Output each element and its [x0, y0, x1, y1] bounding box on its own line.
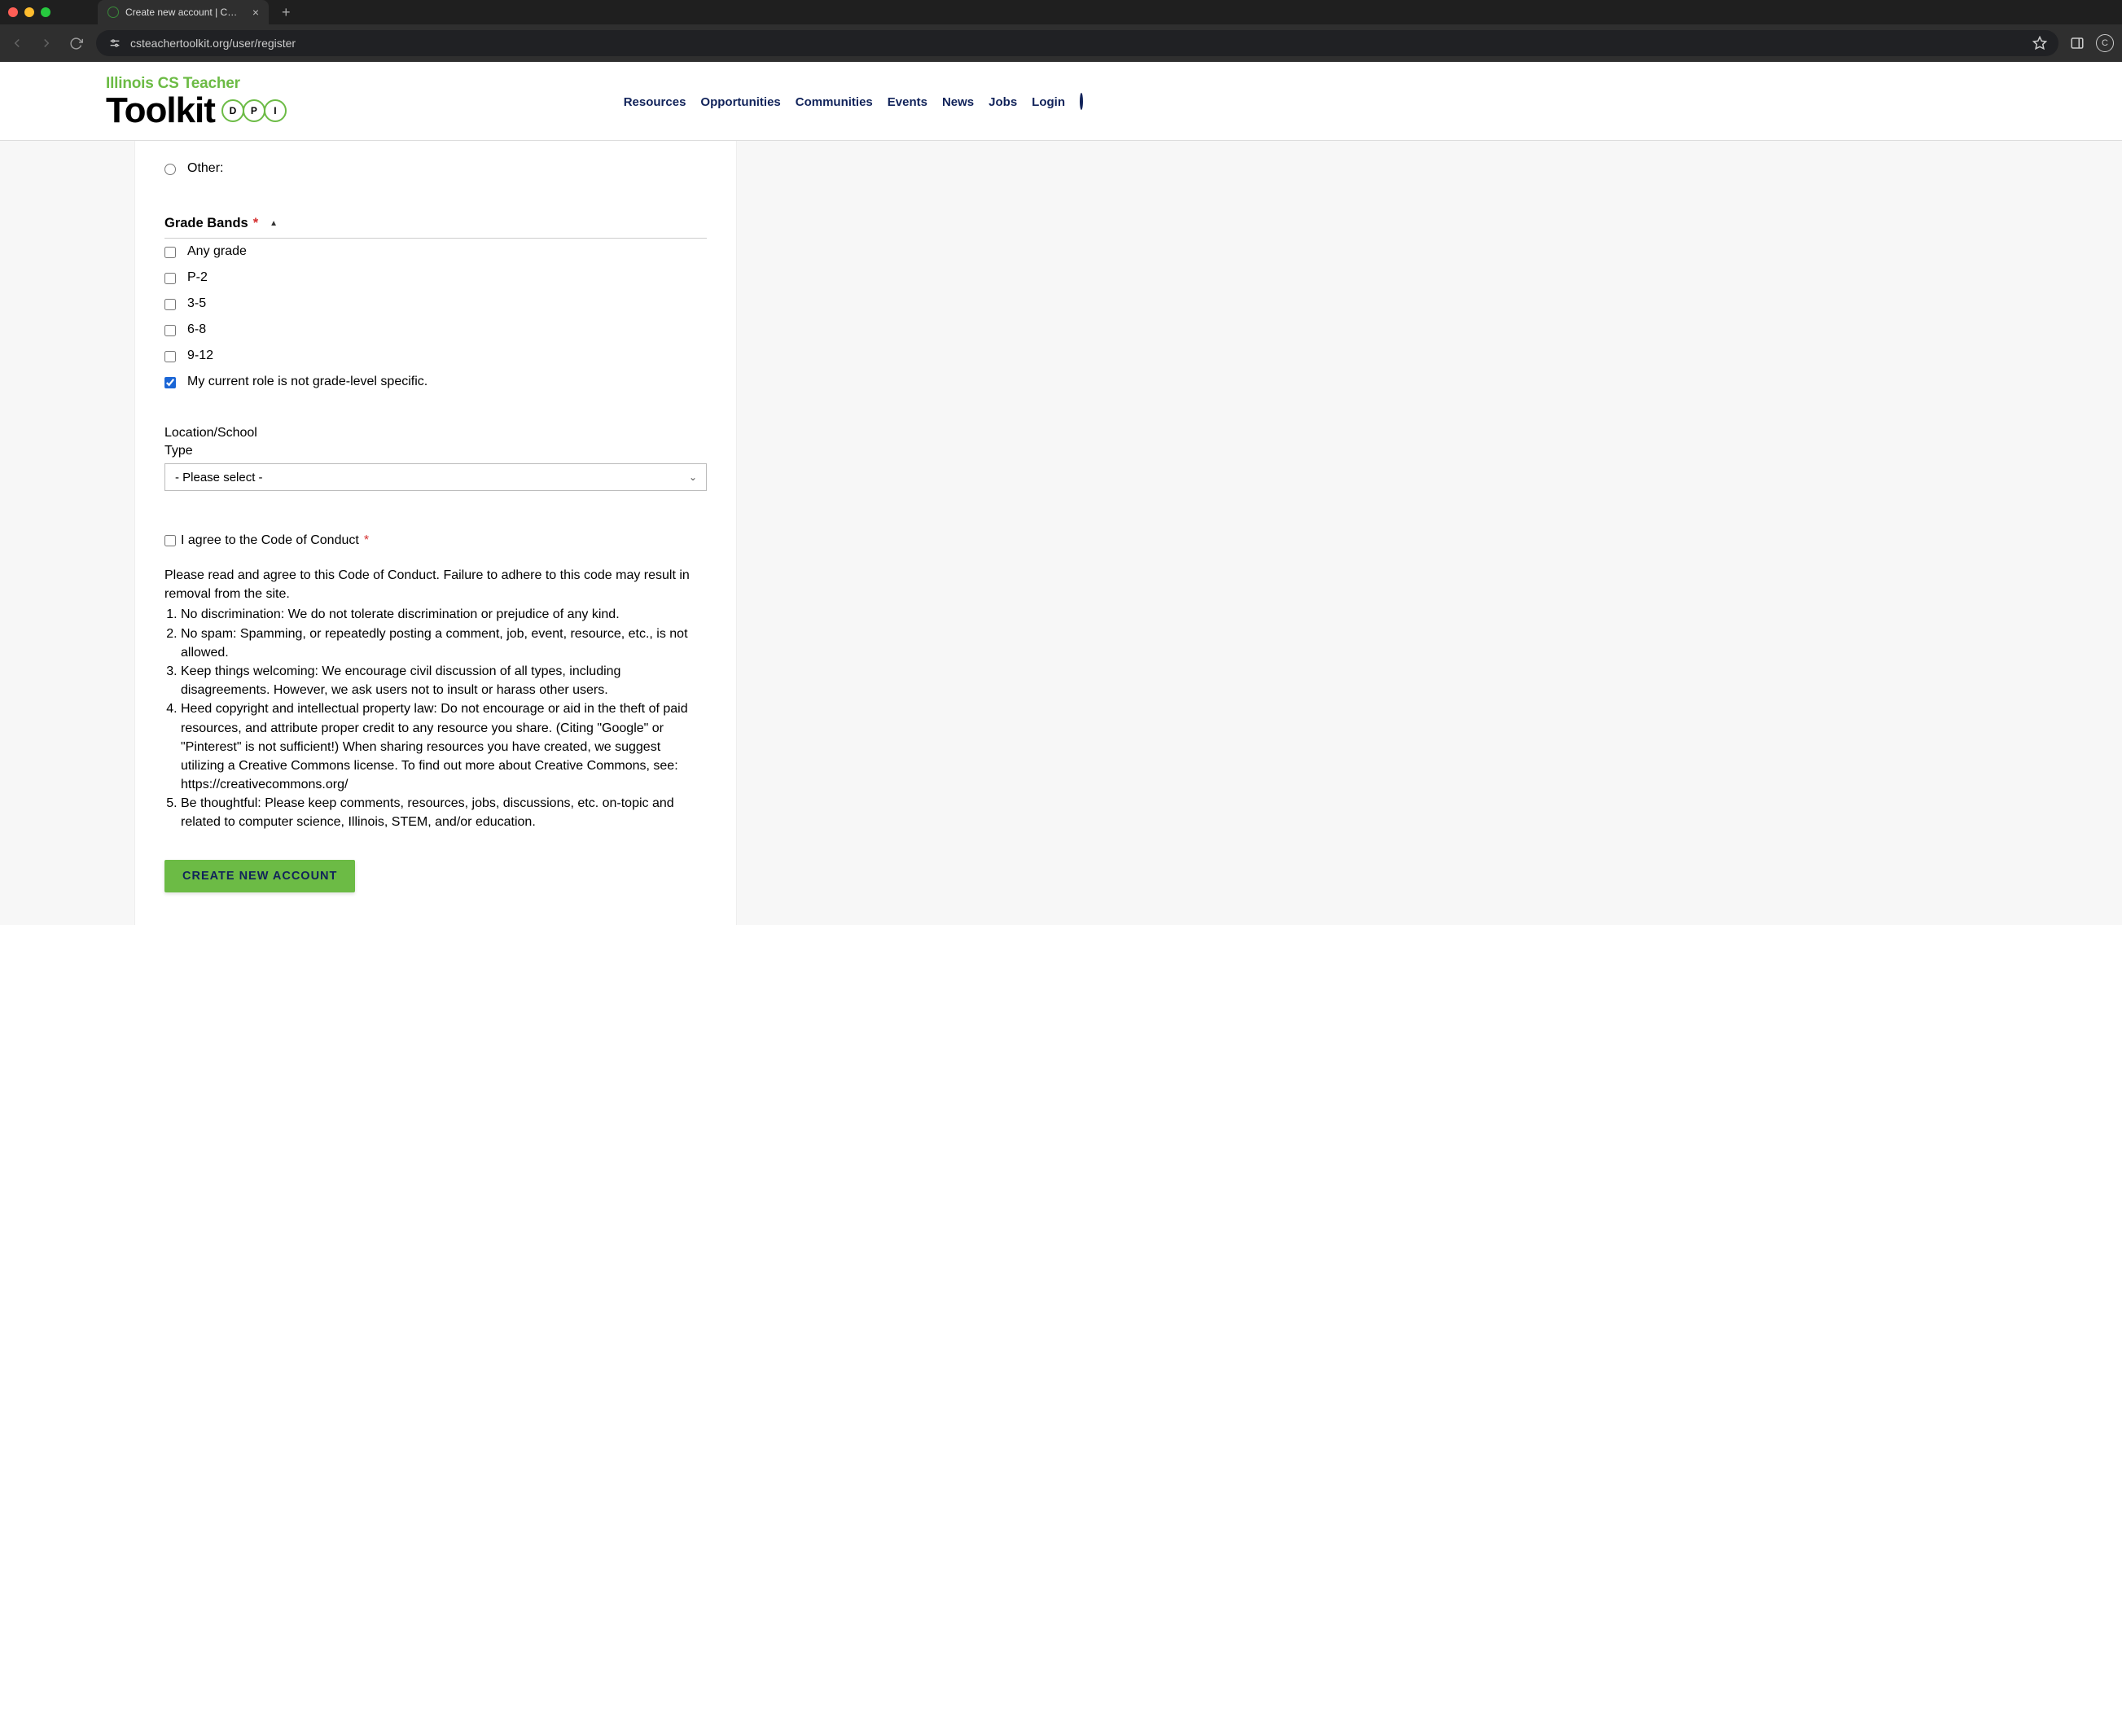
forward-button[interactable] [37, 34, 55, 52]
logo-letter-d: D [221, 99, 244, 122]
checkbox-label: 9-12 [187, 349, 213, 363]
checkbox-label: My current role is not grade-level speci… [187, 375, 427, 389]
radio-other: Other: [164, 156, 707, 182]
coc-rule-5: Be thoughtful: Please keep comments, res… [181, 794, 707, 831]
new-tab-button[interactable]: + [275, 4, 297, 21]
window-minimize-button[interactable] [24, 7, 34, 17]
coc-label: I agree to the Code of Conduct [181, 533, 359, 548]
type-label: Type [164, 444, 707, 458]
nav-events[interactable]: Events [888, 95, 927, 109]
checkbox-any-grade: Any grade [164, 239, 707, 265]
coc-checkbox[interactable] [164, 535, 176, 546]
checkbox-68: 6-8 [164, 317, 707, 343]
logo-letter-p: P [243, 99, 265, 122]
nav-jobs[interactable]: Jobs [989, 95, 1017, 109]
checkbox-68-input[interactable] [164, 325, 176, 336]
checkbox-912: 9-12 [164, 343, 707, 369]
coc-intro: Please read and agree to this Code of Co… [164, 566, 707, 603]
tab-favicon-icon [107, 7, 119, 18]
site-header: Illinois CS Teacher Toolkit D P I Resour… [0, 62, 2122, 141]
grade-bands-title: Grade Bands * ▲ [164, 216, 707, 239]
checkbox-p2-input[interactable] [164, 273, 176, 284]
logo-word: Toolkit [106, 93, 215, 129]
checkbox-label: Any grade [187, 244, 247, 259]
nav-login[interactable]: Login [1032, 95, 1065, 109]
required-asterisk: * [253, 216, 258, 231]
site-logo[interactable]: Illinois CS Teacher Toolkit D P I [106, 75, 287, 129]
coc-rule-1: No discrimination: We do not tolerate di… [181, 605, 707, 624]
radio-other-input[interactable] [164, 164, 176, 175]
checkbox-p2: P-2 [164, 265, 707, 291]
profile-avatar[interactable]: C [2096, 34, 2114, 52]
logo-circles: D P I [221, 99, 287, 122]
tab-title: Create new account | CS Teac [125, 7, 241, 18]
reload-button[interactable] [67, 34, 85, 52]
back-button[interactable] [8, 34, 26, 52]
checkbox-any-grade-input[interactable] [164, 247, 176, 258]
location-label: Location/School [164, 426, 707, 441]
required-asterisk: * [364, 533, 369, 548]
tab-bar: Create new account | CS Teac × + [0, 0, 2122, 24]
nav-communities[interactable]: Communities [796, 95, 873, 109]
checkbox-not-grade-specific: My current role is not grade-level speci… [164, 369, 707, 395]
checkbox-label: P-2 [187, 270, 208, 285]
nav-resources[interactable]: Resources [624, 95, 686, 109]
search-icon[interactable] [1080, 94, 1083, 109]
checkbox-35-input[interactable] [164, 299, 176, 310]
checkbox-label: 6-8 [187, 322, 206, 337]
main-nav: Resources Opportunities Communities Even… [624, 94, 1083, 109]
nav-news[interactable]: News [942, 95, 974, 109]
url-bar[interactable]: csteachertoolkit.org/user/register [96, 30, 2058, 56]
browser-toolbar: csteachertoolkit.org/user/register C [0, 24, 2122, 62]
create-account-button[interactable]: CREATE NEW ACCOUNT [164, 860, 355, 892]
register-form: Other: Grade Bands * ▲ Any grade P-2 3-5… [134, 141, 737, 925]
coc-rule-4: Heed copyright and intellectual property… [181, 699, 707, 794]
side-panel-icon[interactable] [2070, 36, 2085, 50]
coc-rule-3: Keep things welcoming: We encourage civi… [181, 662, 707, 699]
type-select[interactable]: - Please select - [164, 463, 707, 491]
window-close-button[interactable] [8, 7, 18, 17]
site-settings-icon[interactable] [107, 36, 122, 50]
checkbox-label: 3-5 [187, 296, 206, 311]
coc-rule-2: No spam: Spamming, or repeatedly posting… [181, 625, 707, 662]
bookmark-star-icon[interactable] [2032, 36, 2047, 50]
close-tab-icon[interactable]: × [252, 6, 259, 19]
collapse-arrow-icon[interactable]: ▲ [270, 219, 278, 228]
logo-letter-i: I [264, 99, 287, 122]
radio-other-label: Other: [187, 161, 223, 176]
checkbox-35: 3-5 [164, 291, 707, 317]
checkbox-not-grade-specific-input[interactable] [164, 377, 176, 388]
page-background: Other: Grade Bands * ▲ Any grade P-2 3-5… [0, 141, 2122, 925]
window-controls [8, 7, 50, 17]
browser-chrome: Create new account | CS Teac × + csteach… [0, 0, 2122, 62]
url-text: csteachertoolkit.org/user/register [130, 37, 2024, 50]
nav-opportunities[interactable]: Opportunities [700, 95, 780, 109]
window-maximize-button[interactable] [41, 7, 50, 17]
checkbox-912-input[interactable] [164, 351, 176, 362]
coc-list: No discrimination: We do not tolerate di… [164, 605, 707, 831]
browser-tab[interactable]: Create new account | CS Teac × [98, 0, 269, 24]
code-of-conduct-agree: I agree to the Code of Conduct * [164, 533, 707, 548]
